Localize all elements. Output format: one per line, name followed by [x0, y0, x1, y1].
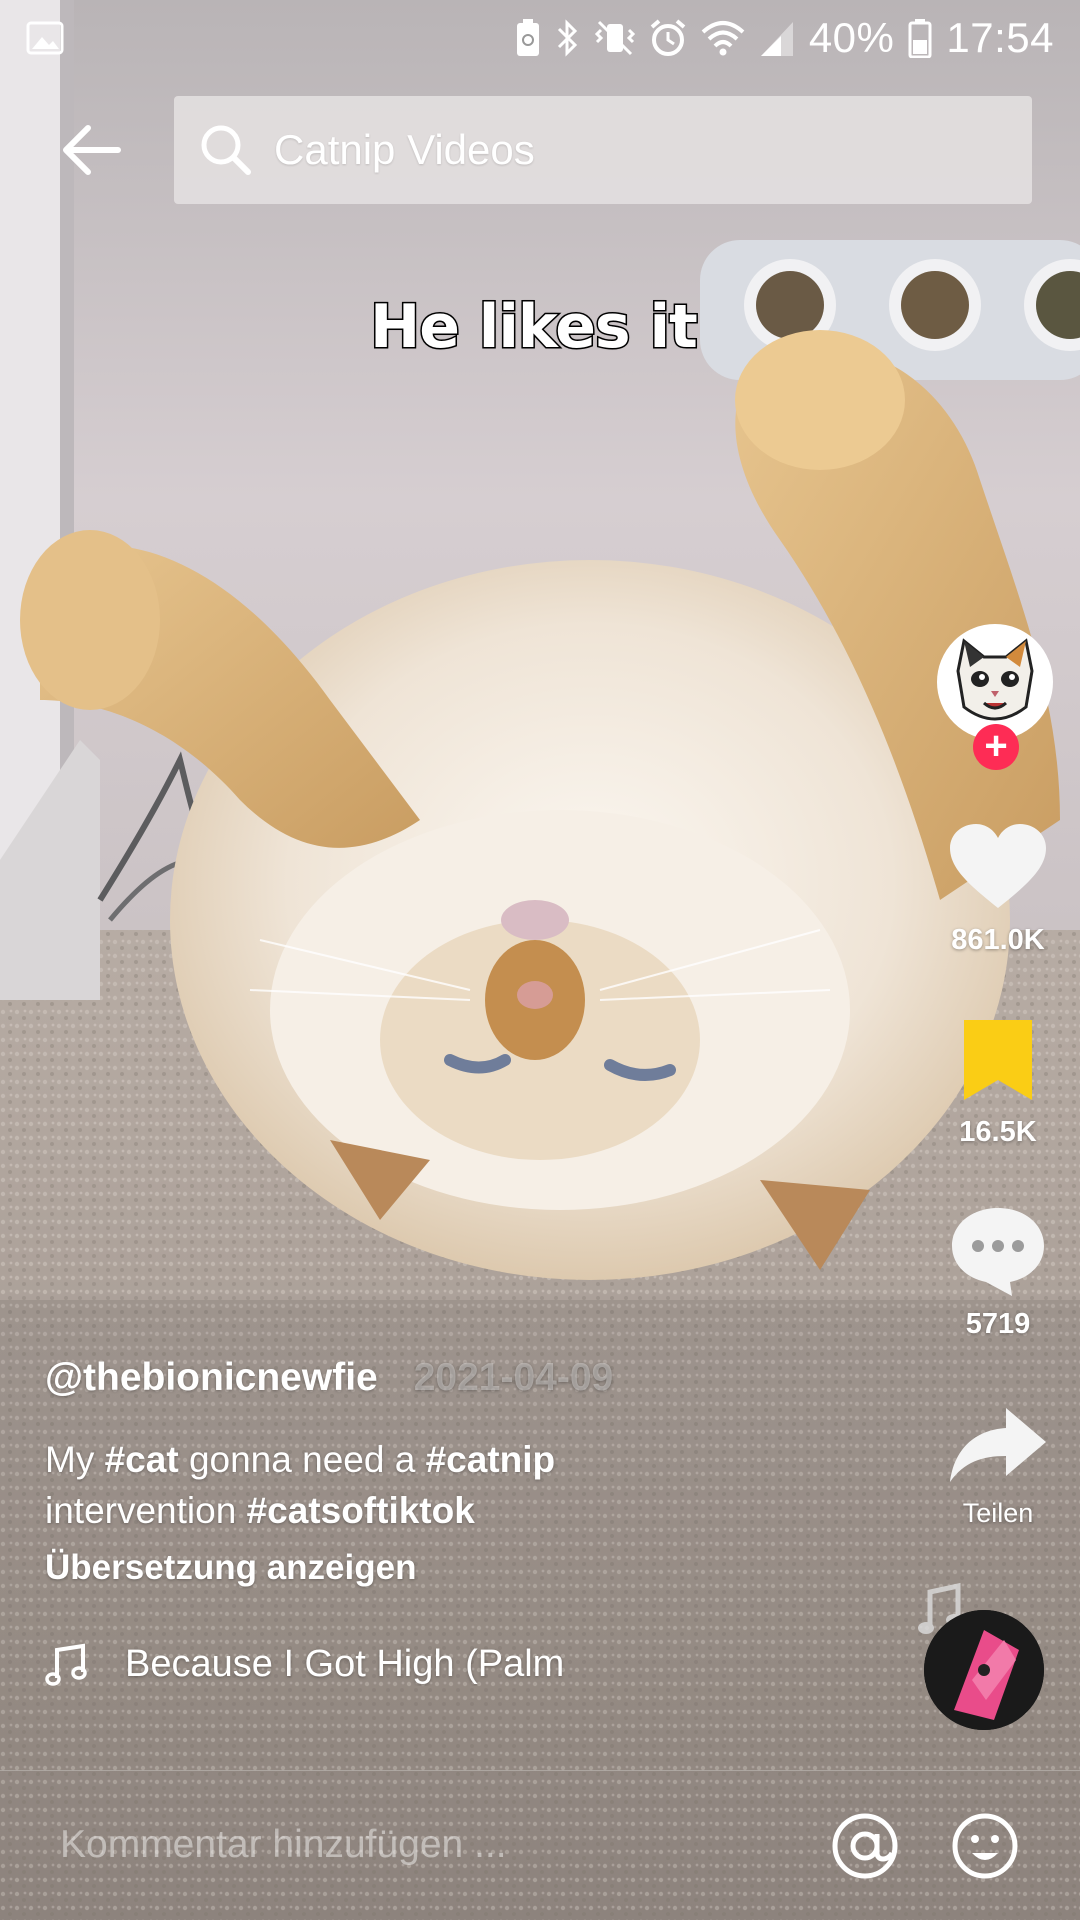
video-caption-overlay: He likes it: [369, 291, 700, 364]
post-description: My #cat gonna need a #catnip interventio…: [45, 1434, 645, 1536]
mute-vibrate-icon: [594, 20, 635, 56]
comment-bar: Kommentar hinzufügen ...: [0, 1770, 1080, 1920]
search-input[interactable]: Catnip Videos: [174, 96, 1032, 204]
search-icon: [201, 125, 251, 175]
battery-percent: 40%: [808, 14, 895, 61]
username-link[interactable]: @thebionicnewfie: [45, 1356, 378, 1400]
battery-icon: [908, 19, 932, 58]
creator-avatar[interactable]: +: [937, 624, 1057, 774]
music-cover-image: [924, 1610, 1044, 1730]
favorite-count: 16.5K: [959, 1116, 1037, 1148]
share-arrow-icon: [950, 1408, 1046, 1482]
arrow-left-icon: [63, 125, 121, 175]
share-label: Teilen: [962, 1498, 1034, 1528]
bookmark-icon: [964, 1020, 1032, 1100]
signal-icon: [760, 22, 793, 56]
music-disc[interactable]: [924, 1610, 1044, 1730]
clock: 17:54: [946, 14, 1054, 61]
comment-button[interactable]: 5719: [923, 1204, 1073, 1341]
avatar[interactable]: [937, 624, 1053, 740]
tiktok-video-screen: 40% 17:54 Catnip Videos He likes it + 86…: [0, 0, 1080, 1920]
music-note-icon: [45, 1643, 87, 1686]
show-translation-link[interactable]: Übersetzung anzeigen: [45, 1548, 416, 1588]
music-title[interactable]: Because I Got High (Palm: [125, 1643, 595, 1686]
share-button[interactable]: Teilen: [923, 1406, 1073, 1529]
image-notification-icon: [26, 21, 64, 55]
description-text: gonna need a: [178, 1439, 426, 1480]
follow-button[interactable]: +: [973, 724, 1019, 770]
alarm-icon: [650, 19, 686, 56]
music-info[interactable]: Because I Got High (Palm: [45, 1634, 895, 1694]
back-button[interactable]: [56, 118, 128, 182]
wifi-icon: [701, 21, 745, 56]
description-text: intervention: [45, 1490, 247, 1531]
search-query: Catnip Videos: [274, 126, 535, 173]
status-bar: 40% 17:54: [0, 0, 1080, 76]
description-text: My: [45, 1439, 105, 1480]
hashtag-catsoftiktok[interactable]: #catsoftiktok: [247, 1490, 475, 1531]
cat-avatar-image: [940, 627, 1050, 737]
post-info: @thebionicnewfie 2021-04-09 My #cat gonn…: [45, 1356, 895, 1694]
post-date: 2021-04-09: [413, 1356, 614, 1399]
like-button[interactable]: 861.0K: [923, 822, 1073, 957]
bluetooth-icon: [557, 19, 577, 57]
comment-count: 5719: [965, 1308, 1031, 1340]
like-count: 861.0K: [951, 924, 1045, 956]
mention-at-icon[interactable]: [830, 1811, 900, 1881]
favorite-button[interactable]: 16.5K: [923, 1016, 1073, 1149]
comment-bubble-icon: [952, 1208, 1044, 1296]
user-line: @thebionicnewfie 2021-04-09: [45, 1356, 895, 1408]
comment-input[interactable]: Kommentar hinzufügen ...: [60, 1771, 800, 1919]
heart-icon: [950, 824, 1046, 908]
hashtag-catnip[interactable]: #catnip: [426, 1439, 556, 1480]
emoji-smiley-icon[interactable]: [950, 1811, 1020, 1881]
hashtag-cat[interactable]: #cat: [105, 1439, 179, 1480]
battery-saver-icon: [516, 19, 539, 56]
